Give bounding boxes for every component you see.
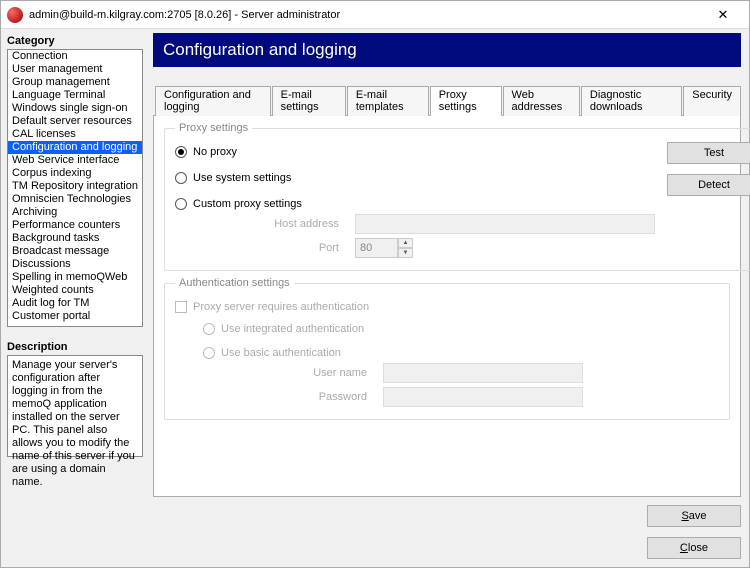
tab[interactable]: Diagnostic downloads: [581, 86, 682, 116]
radio-integrated-auth[interactable]: Use integrated authentication: [203, 323, 719, 335]
category-item[interactable]: Spelling in memoQWeb: [8, 271, 142, 284]
category-item[interactable]: Audit log for TM: [8, 297, 142, 310]
port-step-down[interactable]: ▼: [398, 248, 413, 258]
category-item[interactable]: CAL licenses: [8, 128, 142, 141]
proxy-settings-group: Proxy settings No proxy Use system setti…: [164, 122, 750, 271]
tab[interactable]: Web addresses: [503, 86, 580, 116]
category-list[interactable]: ConnectionUser managementGroup managemen…: [7, 49, 143, 327]
window-title: admin@build-m.kilgray.com:2705 [8.0.26] …: [29, 9, 703, 21]
radio-system-settings[interactable]: Use system settings: [175, 172, 655, 184]
category-item[interactable]: User management: [8, 63, 142, 76]
panel-area: Configuration and loggingE-mail settings…: [153, 67, 741, 497]
radio-no-proxy[interactable]: No proxy: [175, 146, 655, 158]
category-item[interactable]: Omniscien Technologies: [8, 193, 142, 206]
tab[interactable]: E-mail settings: [272, 86, 346, 116]
checkbox-requires-auth[interactable]: Proxy server requires authentication: [175, 301, 719, 313]
page-heading: Configuration and logging: [153, 33, 741, 67]
password-label: Password: [203, 391, 383, 403]
username-input[interactable]: [383, 363, 583, 383]
footer2: Close: [153, 527, 741, 559]
category-item[interactable]: Group management: [8, 76, 142, 89]
password-input[interactable]: [383, 387, 583, 407]
host-address-label: Host address: [175, 218, 355, 230]
port-label: Port: [175, 242, 355, 254]
radio-custom-proxy[interactable]: Custom proxy settings: [175, 198, 655, 210]
auth-settings-legend: Authentication settings: [175, 277, 294, 289]
category-item[interactable]: Default server resources: [8, 115, 142, 128]
category-item[interactable]: Language Terminal: [8, 89, 142, 102]
category-label: Category: [7, 35, 143, 47]
category-item[interactable]: TM Repository integration: [8, 180, 142, 193]
username-label: User name: [203, 367, 383, 379]
category-item[interactable]: Customer portal: [8, 310, 142, 323]
tab-strip: Configuration and loggingE-mail settings…: [153, 85, 741, 116]
content: Configuration and logging Configuration …: [149, 29, 749, 567]
tab-body-proxy: Proxy settings No proxy Use system setti…: [153, 116, 741, 497]
save-button[interactable]: Save: [647, 505, 741, 527]
detect-button[interactable]: Detect: [667, 174, 750, 196]
close-button[interactable]: Close: [647, 537, 741, 559]
category-item[interactable]: Weighted counts: [8, 284, 142, 297]
category-item[interactable]: Background tasks: [8, 232, 142, 245]
category-item[interactable]: Web Service interface: [8, 154, 142, 167]
test-button[interactable]: Test: [667, 142, 750, 164]
category-item[interactable]: Connection: [8, 50, 142, 63]
category-item[interactable]: Discussions: [8, 258, 142, 271]
port-input[interactable]: 80 ▲ ▼: [355, 238, 413, 258]
category-item[interactable]: Broadcast message: [8, 245, 142, 258]
host-address-input[interactable]: [355, 214, 655, 234]
category-item[interactable]: Windows single sign-on: [8, 102, 142, 115]
tab[interactable]: Configuration and logging: [155, 86, 271, 116]
title-bar: admin@build-m.kilgray.com:2705 [8.0.26] …: [1, 1, 749, 29]
description-box: Manage your server's configuration after…: [7, 355, 143, 457]
app-icon: [7, 7, 23, 23]
radio-basic-auth[interactable]: Use basic authentication: [203, 347, 719, 359]
auth-settings-group: Authentication settings Proxy server req…: [164, 277, 730, 420]
footer: Save: [153, 497, 741, 527]
sidebar: Category ConnectionUser managementGroup …: [1, 29, 149, 567]
close-icon[interactable]: ✕: [703, 7, 743, 23]
proxy-settings-legend: Proxy settings: [175, 122, 252, 134]
tab[interactable]: E-mail templates: [347, 86, 429, 116]
main-area: Category ConnectionUser managementGroup …: [1, 29, 749, 567]
tab[interactable]: Proxy settings: [430, 86, 502, 116]
category-item[interactable]: Corpus indexing: [8, 167, 142, 180]
tab[interactable]: Security: [683, 86, 741, 116]
description-label: Description: [7, 341, 143, 353]
port-step-up[interactable]: ▲: [398, 238, 413, 248]
category-item[interactable]: Archiving: [8, 206, 142, 219]
category-item[interactable]: Performance counters: [8, 219, 142, 232]
category-item[interactable]: Configuration and logging: [8, 141, 142, 154]
